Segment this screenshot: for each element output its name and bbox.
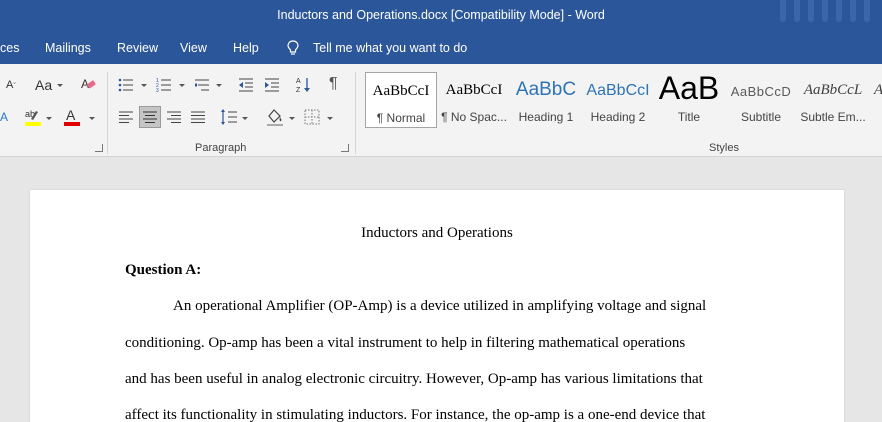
body-line[interactable]: An operational Amplifier (OP-Amp) is a d… xyxy=(173,298,706,315)
style-subtitle[interactable]: AaBbCcD Subtitle xyxy=(726,72,796,128)
svg-text:A: A xyxy=(296,78,301,85)
style-sample-partial: A xyxy=(874,82,882,99)
style-no-spacing[interactable]: AaBbCcI ¶ No Spac... xyxy=(438,72,510,128)
chevron-down-icon[interactable] xyxy=(46,117,52,120)
question-heading[interactable]: Question A: xyxy=(125,262,201,279)
tab-references[interactable]: ces xyxy=(0,41,19,55)
window-title: Inductors and Operations.docx [Compatibi… xyxy=(277,8,605,22)
body-line[interactable]: affect its functionality in stimulating … xyxy=(125,407,705,422)
bullets-icon[interactable] xyxy=(118,77,134,93)
document-title[interactable]: Inductors and Operations xyxy=(30,225,844,242)
group-separator xyxy=(355,72,356,154)
style-heading-1[interactable]: AaBbC Heading 1 xyxy=(510,72,582,128)
style-sample: AaBbC xyxy=(515,79,577,100)
tab-mailings[interactable]: Mailings xyxy=(45,41,91,55)
style-name: Heading 1 xyxy=(518,110,574,124)
numbering-icon[interactable]: 1 2 3 xyxy=(156,77,172,93)
align-left-icon[interactable] xyxy=(118,110,134,124)
align-center-icon xyxy=(143,111,157,123)
font-dialog-launcher[interactable] xyxy=(95,144,103,152)
borders-icon[interactable] xyxy=(304,109,320,125)
chevron-down-icon[interactable] xyxy=(289,117,295,120)
style-title[interactable]: AaB Title xyxy=(654,70,724,128)
title-bar-pattern xyxy=(772,0,882,32)
style-subtle-emphasis[interactable]: AaBbCcL Subtle Em... xyxy=(798,72,868,128)
shading-icon[interactable] xyxy=(265,107,285,127)
chevron-down-icon[interactable] xyxy=(57,84,63,87)
style-sample: AaBbCcD xyxy=(730,84,792,99)
svg-text:3: 3 xyxy=(156,88,159,93)
style-name: Subtitle xyxy=(740,110,782,124)
style-sample: AaB xyxy=(658,70,720,106)
style-sample: AaBbCcI xyxy=(586,82,650,99)
increase-indent-icon[interactable] xyxy=(264,77,280,93)
style-sample: AaBbCcL xyxy=(803,82,863,98)
document-area[interactable]: Inductors and Operations Question A: An … xyxy=(0,157,882,422)
tell-me-search[interactable]: Tell me what you want to do xyxy=(313,41,467,55)
lightbulb-icon[interactable] xyxy=(287,40,299,56)
justify-icon[interactable] xyxy=(190,110,206,124)
document-page[interactable]: Inductors and Operations Question A: An … xyxy=(30,190,844,422)
svg-text:A: A xyxy=(66,107,76,123)
tab-view[interactable]: View xyxy=(180,41,207,55)
style-name: Subtle Em... xyxy=(800,110,866,124)
chevron-down-icon[interactable] xyxy=(179,84,185,87)
show-formatting-icon[interactable]: ¶ xyxy=(329,75,338,93)
style-name: Title xyxy=(677,110,701,124)
chevron-down-icon[interactable] xyxy=(89,117,95,120)
style-name: ¶ No Spac... xyxy=(441,110,507,124)
ribbon: Aˇ Aa A A ab A 1 2 3 A Z ¶ Paragraph AaB… xyxy=(0,64,882,157)
styles-group-label: Styles xyxy=(709,142,739,154)
tab-review[interactable]: Review xyxy=(117,41,158,55)
style-sample: AaBbCcI xyxy=(445,82,503,98)
body-line[interactable]: and has been useful in analog electronic… xyxy=(125,371,703,388)
style-normal[interactable]: AaBbCcI ¶ Normal xyxy=(365,72,437,128)
clear-formatting-icon[interactable]: A xyxy=(80,76,96,92)
title-bar: Inductors and Operations.docx [Compatibi… xyxy=(0,0,882,32)
svg-text:Z: Z xyxy=(296,87,301,94)
tab-help[interactable]: Help xyxy=(233,41,259,55)
menu-bar: ces Mailings Review View Help Tell me wh… xyxy=(0,32,882,64)
style-name: Heading 2 xyxy=(590,110,646,124)
align-right-icon[interactable] xyxy=(166,110,182,124)
chevron-down-icon[interactable] xyxy=(242,117,248,120)
body-line[interactable]: conditioning. Op-amp has been a vital in… xyxy=(125,335,685,352)
paragraph-group-label: Paragraph xyxy=(195,142,247,154)
svg-text:A: A xyxy=(0,110,8,124)
line-spacing-icon[interactable] xyxy=(220,108,238,126)
multilevel-list-icon[interactable] xyxy=(194,77,210,93)
text-effects-icon[interactable]: A xyxy=(0,110,8,124)
chevron-down-icon[interactable] xyxy=(216,84,222,87)
change-case-button[interactable]: Aa xyxy=(35,77,52,93)
chevron-down-icon[interactable] xyxy=(141,84,147,87)
chevron-down-icon[interactable] xyxy=(327,117,333,120)
style-sample: AaBbCcI xyxy=(372,83,430,99)
font-color-icon[interactable]: A xyxy=(63,107,81,127)
highlight-color-icon[interactable]: ab xyxy=(24,107,44,127)
align-center-button-selected[interactable] xyxy=(139,106,161,128)
group-separator xyxy=(107,72,108,154)
paragraph-dialog-launcher[interactable] xyxy=(341,144,349,152)
decrease-indent-icon[interactable] xyxy=(238,77,254,93)
sort-icon[interactable]: A Z xyxy=(296,76,312,94)
shrink-font-icon[interactable]: Aˇ xyxy=(6,79,16,91)
style-heading-2[interactable]: AaBbCcI Heading 2 xyxy=(582,72,654,128)
style-name: ¶ Normal xyxy=(376,111,426,125)
style-gallery-overflow[interactable]: A xyxy=(870,72,882,128)
